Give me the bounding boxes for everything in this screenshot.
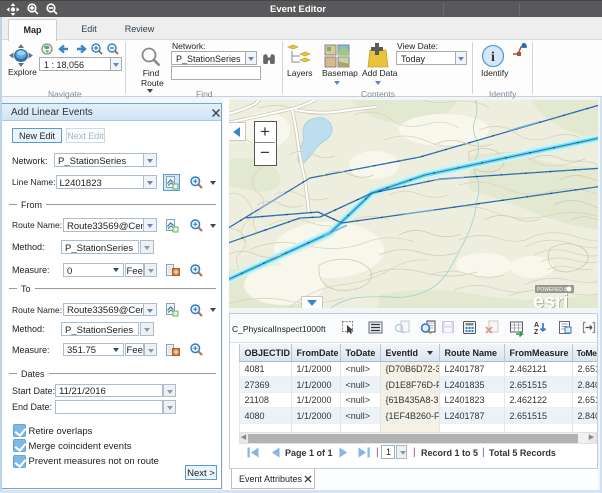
svg-text:A: A bbox=[534, 322, 539, 329]
svg-text:i: i bbox=[491, 50, 495, 65]
svg-text:esri: esri bbox=[533, 291, 569, 308]
svg-text:Z: Z bbox=[534, 329, 539, 336]
